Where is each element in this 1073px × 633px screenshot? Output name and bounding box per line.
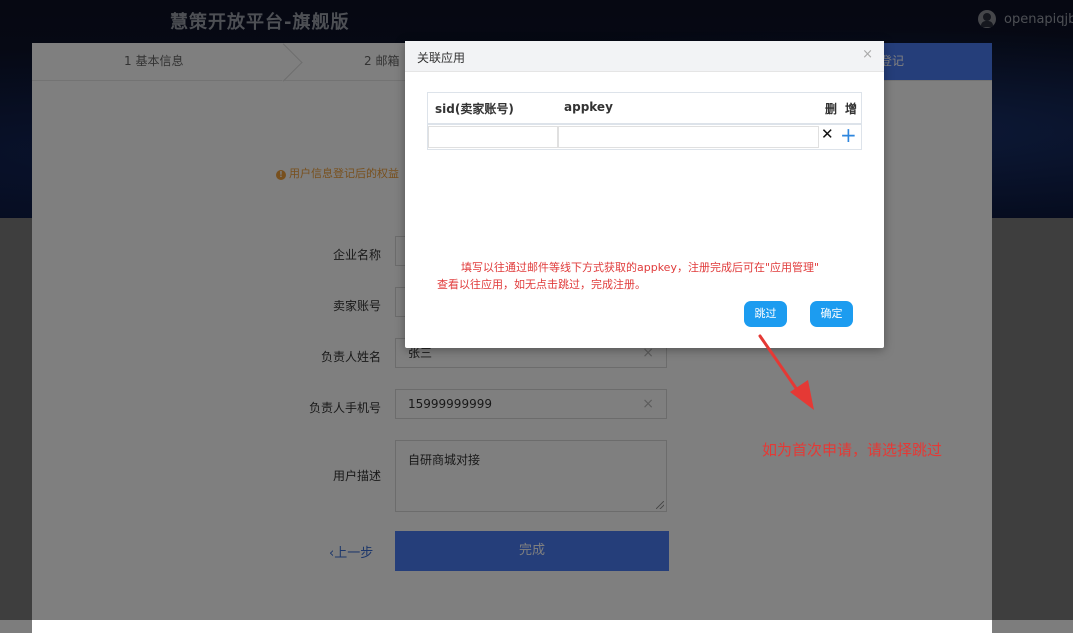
col-add: 增	[845, 102, 858, 116]
table-header: sid(卖家账号) appkey 删 增	[428, 93, 861, 125]
app-table: sid(卖家账号) appkey 删 增 ✕ +	[427, 92, 862, 150]
hint-line-2: 查看以往应用，如无点击跳过，完成注册。	[437, 278, 646, 291]
col-sid: sid(卖家账号)	[435, 102, 514, 116]
sid-input[interactable]	[428, 126, 558, 148]
confirm-button[interactable]: 确定	[810, 301, 853, 327]
annotation-text: 如为首次申请，请选择跳过	[762, 441, 943, 459]
col-delete: 删	[825, 102, 838, 116]
delete-row-icon[interactable]: ✕	[821, 125, 834, 143]
add-row-icon[interactable]: +	[840, 123, 857, 147]
dialog-header: 关联应用 ×	[405, 41, 884, 72]
skip-button[interactable]: 跳过	[744, 301, 787, 327]
dialog-hint: 填写以往通过邮件等线下方式获取的appkey，注册完成后可在"应用管理" 查看以…	[437, 259, 857, 293]
dialog-title: 关联应用	[417, 51, 466, 65]
close-icon[interactable]: ×	[862, 47, 873, 62]
link-app-dialog: 关联应用 × sid(卖家账号) appkey 删 增 ✕ + 填写以往通过邮件…	[405, 41, 884, 348]
hint-line-1: 填写以往通过邮件等线下方式获取的appkey，注册完成后可在"应用管理"	[461, 261, 820, 274]
col-appkey: appkey	[564, 100, 613, 114]
table-row: ✕ +	[428, 123, 861, 149]
annotation-arrow-icon	[758, 334, 814, 410]
appkey-input[interactable]	[558, 126, 819, 148]
